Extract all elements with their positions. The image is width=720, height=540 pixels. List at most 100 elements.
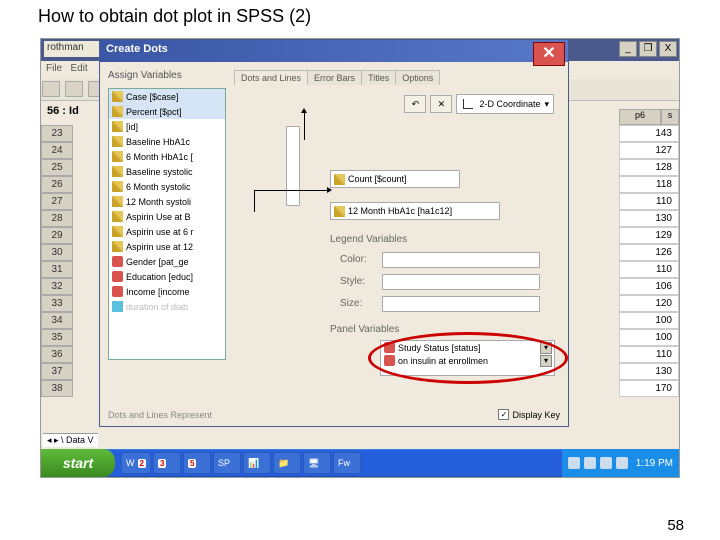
- data-cell[interactable]: 100: [619, 329, 679, 346]
- tab-dots-lines[interactable]: Dots and Lines: [234, 70, 308, 85]
- data-cell[interactable]: 118: [619, 176, 679, 193]
- variable-list[interactable]: Case [$case] Percent [$pct] [id] Baselin…: [108, 88, 226, 360]
- chevron-down-icon: ▾: [544, 99, 549, 110]
- row-num[interactable]: 28: [41, 210, 73, 227]
- col-header[interactable]: p6: [619, 109, 661, 125]
- row-num[interactable]: 23: [41, 125, 73, 142]
- row-num[interactable]: 35: [41, 329, 73, 346]
- clock[interactable]: 1:19 PM: [636, 458, 673, 469]
- start-button[interactable]: start: [41, 449, 115, 477]
- row-numbers: 23 24 25 26 27 28 29 30 31 32 33 34 35 3…: [41, 125, 73, 397]
- var-item[interactable]: Aspirin Use at B: [109, 209, 225, 224]
- scale-icon: [112, 166, 123, 177]
- panel-variables-box[interactable]: Study Status [status] ▾ on insulin at en…: [380, 340, 555, 376]
- coordinate-selector[interactable]: 2-D Coordinate ▾: [456, 94, 554, 114]
- color-dropzone[interactable]: [382, 252, 540, 268]
- var-item[interactable]: Education [educ]: [109, 269, 225, 284]
- var-item[interactable]: 12 Month systoli: [109, 194, 225, 209]
- var-label: Case [$case]: [126, 92, 179, 102]
- minimize-button[interactable]: _: [619, 41, 637, 57]
- row-num[interactable]: 31: [41, 261, 73, 278]
- count-dropzone[interactable]: Count [$count]: [330, 170, 460, 188]
- task-button[interactable]: 3: [153, 452, 181, 474]
- data-cell[interactable]: 130: [619, 210, 679, 227]
- data-cell[interactable]: 126: [619, 244, 679, 261]
- data-cell[interactable]: 127: [619, 142, 679, 159]
- tray-icon[interactable]: [568, 457, 580, 469]
- var-item[interactable]: [id]: [109, 119, 225, 134]
- maximize-button[interactable]: ❐: [639, 41, 657, 57]
- x-axis-dropzone[interactable]: 12 Month HbA1c [ha1c12]: [330, 202, 500, 220]
- save-icon[interactable]: [65, 81, 83, 97]
- menu-file[interactable]: File: [46, 63, 62, 74]
- panel-var-item[interactable]: Study Status [status] ▾: [381, 341, 554, 354]
- task-button[interactable]: 📁: [273, 452, 301, 474]
- row-num[interactable]: 29: [41, 227, 73, 244]
- open-icon[interactable]: [42, 81, 60, 97]
- tab-titles[interactable]: Titles: [361, 70, 396, 85]
- data-cell[interactable]: 120: [619, 295, 679, 312]
- task-button[interactable]: 5: [183, 452, 211, 474]
- task-button[interactable]: SP: [213, 452, 241, 474]
- var-item[interactable]: Case [$case]: [109, 89, 225, 104]
- task-button[interactable]: Fw: [333, 452, 361, 474]
- size-dropzone[interactable]: [382, 296, 540, 312]
- undo-button[interactable]: ↶: [404, 95, 426, 113]
- data-cell[interactable]: 143: [619, 125, 679, 142]
- task-button[interactable]: 📊: [243, 452, 271, 474]
- tray-icon[interactable]: [600, 457, 612, 469]
- display-key-checkbox[interactable]: ✓ Display Key: [498, 409, 560, 420]
- var-item[interactable]: Aspirin use at 12: [109, 239, 225, 254]
- task-button[interactable]: 🖥: [303, 452, 331, 474]
- row-num[interactable]: 25: [41, 159, 73, 176]
- data-cell[interactable]: 110: [619, 193, 679, 210]
- row-num[interactable]: 27: [41, 193, 73, 210]
- style-dropzone[interactable]: [382, 274, 540, 290]
- row-num[interactable]: 34: [41, 312, 73, 329]
- tray-icon[interactable]: [584, 457, 596, 469]
- row-num[interactable]: 38: [41, 380, 73, 397]
- represent-label: Dots and Lines Represent: [108, 410, 212, 420]
- data-cell[interactable]: 110: [619, 346, 679, 363]
- data-cell[interactable]: 130: [619, 363, 679, 380]
- row-num[interactable]: 30: [41, 244, 73, 261]
- var-item[interactable]: 6 Month systolic: [109, 179, 225, 194]
- tab-options[interactable]: Options: [395, 70, 440, 85]
- data-cell[interactable]: 170: [619, 380, 679, 397]
- row-num[interactable]: 36: [41, 346, 73, 363]
- var-item[interactable]: Gender [pat_ge: [109, 254, 225, 269]
- tray-icon[interactable]: [616, 457, 628, 469]
- var-item[interactable]: Baseline systolic: [109, 164, 225, 179]
- dataview-tab[interactable]: ◂ ▸ \ Data V: [43, 433, 98, 447]
- data-cell[interactable]: 128: [619, 159, 679, 176]
- data-cell[interactable]: 100: [619, 312, 679, 329]
- panel-var-item[interactable]: on insulin at enrollmen ▾: [381, 354, 554, 367]
- var-label: Baseline systolic: [126, 167, 193, 177]
- row-num[interactable]: 26: [41, 176, 73, 193]
- data-cell[interactable]: 110: [619, 261, 679, 278]
- row-num[interactable]: 32: [41, 278, 73, 295]
- dropdown-icon[interactable]: ▾: [540, 355, 552, 367]
- tab-error-bars[interactable]: Error Bars: [307, 70, 362, 85]
- col-header[interactable]: s: [661, 109, 679, 125]
- var-item[interactable]: Percent [$pct]: [109, 104, 225, 119]
- var-item[interactable]: Income [income: [109, 284, 225, 299]
- data-cell[interactable]: 106: [619, 278, 679, 295]
- row-num[interactable]: 37: [41, 363, 73, 380]
- data-cell[interactable]: 129: [619, 227, 679, 244]
- app-close-button[interactable]: X: [659, 41, 677, 57]
- row-num[interactable]: 24: [41, 142, 73, 159]
- row-num[interactable]: 33: [41, 295, 73, 312]
- scale-icon: [112, 121, 123, 132]
- task-button[interactable]: W2: [121, 452, 151, 474]
- delete-button[interactable]: ✕: [430, 95, 452, 113]
- menu-edit[interactable]: Edit: [70, 63, 87, 74]
- windows-taskbar: start W2 3 5 SP 📊 📁 🖥 Fw 1:19 PM: [41, 449, 679, 477]
- var-item[interactable]: 6 Month HbA1c [: [109, 149, 225, 164]
- dropdown-icon[interactable]: ▾: [540, 342, 552, 354]
- var-item[interactable]: duration of diab: [109, 299, 225, 314]
- var-item[interactable]: Baseline HbA1c: [109, 134, 225, 149]
- y-axis-dropzone[interactable]: [286, 126, 300, 206]
- spss-menubar: File Edit: [41, 61, 93, 79]
- var-item[interactable]: Aspirin use at 6 r: [109, 224, 225, 239]
